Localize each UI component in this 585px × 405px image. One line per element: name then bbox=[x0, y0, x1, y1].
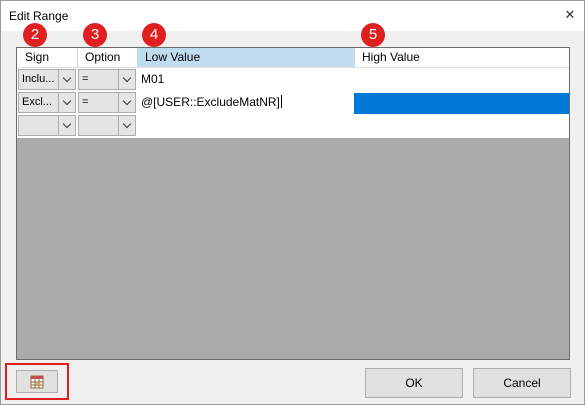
low-value-text: @[USER::ExcludeMatNR] bbox=[141, 95, 280, 109]
low-value-editor[interactable]: @[USER::ExcludeMatNR] bbox=[141, 95, 282, 109]
sign-dropdown[interactable]: Inclu... bbox=[18, 69, 76, 90]
column-header-sign[interactable]: Sign bbox=[17, 48, 77, 67]
ok-button[interactable]: OK bbox=[365, 368, 463, 398]
cancel-button[interactable]: Cancel bbox=[473, 368, 571, 398]
high-value-cell[interactable] bbox=[357, 72, 557, 86]
sign-dropdown[interactable] bbox=[18, 115, 76, 136]
annotation-badge-3: 3 bbox=[83, 23, 107, 47]
chevron-down-icon[interactable] bbox=[58, 116, 75, 135]
chevron-down-icon[interactable] bbox=[58, 70, 75, 89]
pick-values-button[interactable] bbox=[16, 370, 58, 393]
option-value: = bbox=[82, 73, 89, 85]
range-grid: Sign Option Low Value High Value Inclu..… bbox=[16, 47, 570, 360]
text-caret bbox=[280, 95, 282, 108]
table-row: Excl... = @[USER::ExcludeMatNR] bbox=[17, 91, 569, 114]
column-header-low-value[interactable]: Low Value bbox=[137, 48, 354, 67]
option-value: = bbox=[82, 96, 89, 108]
low-value-cell[interactable]: M01 bbox=[141, 72, 164, 86]
chevron-down-icon[interactable] bbox=[118, 116, 135, 135]
high-value-cell-selected[interactable] bbox=[354, 93, 569, 114]
table-row bbox=[17, 114, 569, 137]
grid-header: Sign Option Low Value High Value bbox=[17, 48, 569, 68]
column-header-high-value[interactable]: High Value bbox=[354, 48, 569, 67]
option-dropdown[interactable] bbox=[78, 115, 136, 136]
option-dropdown[interactable]: = bbox=[78, 69, 136, 90]
chevron-down-icon[interactable] bbox=[118, 93, 135, 112]
sign-dropdown[interactable]: Excl... bbox=[18, 92, 76, 113]
table-row: Inclu... = M01 bbox=[17, 68, 569, 91]
dialog-title: Edit Range bbox=[9, 9, 69, 23]
edit-range-dialog: Edit Range ✕ Sign Option Low Value High … bbox=[0, 0, 585, 405]
table-select-icon bbox=[30, 375, 44, 388]
close-icon[interactable]: ✕ bbox=[562, 7, 578, 23]
chevron-down-icon[interactable] bbox=[118, 70, 135, 89]
option-dropdown[interactable]: = bbox=[78, 92, 136, 113]
column-header-option[interactable]: Option bbox=[77, 48, 137, 67]
chevron-down-icon[interactable] bbox=[58, 93, 75, 112]
sign-value: Inclu... bbox=[22, 73, 55, 85]
annotation-badge-4: 4 bbox=[142, 23, 166, 47]
annotation-highlight-box bbox=[5, 363, 69, 400]
sign-value: Excl... bbox=[22, 96, 52, 108]
annotation-badge-5: 5 bbox=[361, 23, 385, 47]
annotation-badge-2: 2 bbox=[23, 23, 47, 47]
grid-body: Inclu... = M01 Excl... = @[USER::Exclude… bbox=[17, 68, 569, 138]
